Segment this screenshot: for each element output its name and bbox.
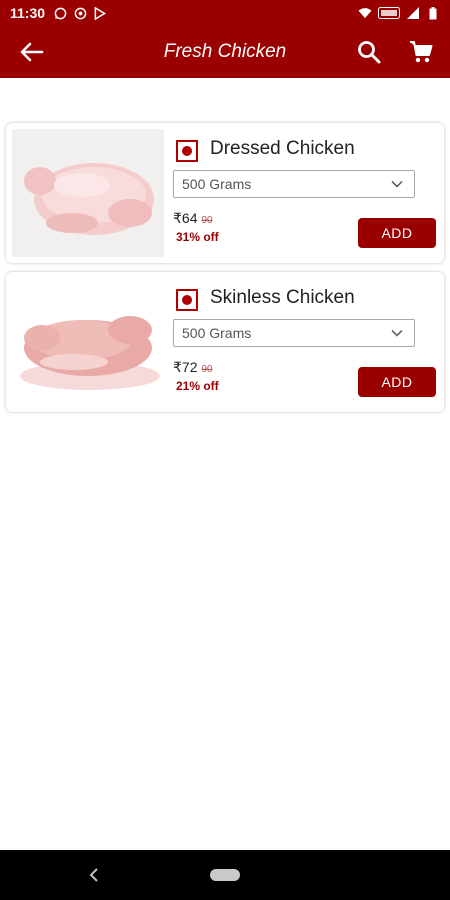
product-card: Skinless Chicken 500 Grams ₹72 90 21% off… bbox=[6, 272, 444, 412]
whatsapp-icon bbox=[53, 6, 67, 20]
selling-price: ₹72 bbox=[173, 359, 198, 375]
quantity-select[interactable]: 500 Grams bbox=[173, 170, 415, 198]
discount-label: 31% off bbox=[176, 230, 219, 244]
price: ₹72 90 bbox=[173, 359, 213, 376]
nav-back-button[interactable] bbox=[86, 866, 102, 884]
status-time: 11:30 bbox=[10, 5, 46, 21]
add-button[interactable]: ADD bbox=[358, 218, 436, 248]
system-nav-bar bbox=[0, 850, 450, 900]
selling-price: ₹64 bbox=[173, 210, 198, 226]
battery-saver-icon bbox=[378, 6, 400, 20]
chevron-down-icon bbox=[391, 180, 403, 188]
chevron-down-icon bbox=[391, 329, 403, 337]
battery-icon bbox=[426, 6, 440, 20]
chevron-left-icon bbox=[89, 868, 98, 882]
status-left-icons bbox=[53, 6, 107, 20]
play-store-icon bbox=[93, 6, 107, 20]
product-name: Skinless Chicken bbox=[210, 287, 355, 308]
product-image bbox=[12, 129, 164, 257]
non-veg-indicator-icon bbox=[176, 140, 198, 162]
status-right-icons bbox=[358, 6, 440, 20]
mrp-price: 90 bbox=[201, 364, 213, 375]
discount-label: 21% off bbox=[176, 379, 219, 393]
quantity-value: 500 Grams bbox=[182, 325, 252, 341]
cart-icon bbox=[410, 41, 433, 63]
quantity-value: 500 Grams bbox=[182, 176, 252, 192]
price: ₹64 90 bbox=[173, 210, 213, 227]
wifi-icon bbox=[358, 6, 372, 20]
app-bar: Fresh Chicken bbox=[0, 26, 450, 78]
search-icon bbox=[358, 41, 381, 64]
quantity-select[interactable]: 500 Grams bbox=[173, 319, 415, 347]
status-bar: 11:30 bbox=[0, 0, 450, 26]
cart-button[interactable] bbox=[406, 38, 436, 66]
nav-home-button[interactable] bbox=[210, 869, 240, 881]
add-button[interactable]: ADD bbox=[358, 367, 436, 397]
mrp-price: 90 bbox=[201, 215, 213, 226]
product-image bbox=[12, 278, 164, 406]
non-veg-indicator-icon bbox=[176, 289, 198, 311]
product-card: Dressed Chicken 500 Grams ₹64 90 31% off … bbox=[6, 123, 444, 263]
signal-icon bbox=[406, 6, 420, 20]
back-button[interactable] bbox=[18, 39, 46, 65]
sync-icon bbox=[73, 6, 87, 20]
arrow-left-icon bbox=[20, 42, 44, 62]
product-name: Dressed Chicken bbox=[210, 138, 355, 159]
search-button[interactable] bbox=[354, 38, 384, 66]
